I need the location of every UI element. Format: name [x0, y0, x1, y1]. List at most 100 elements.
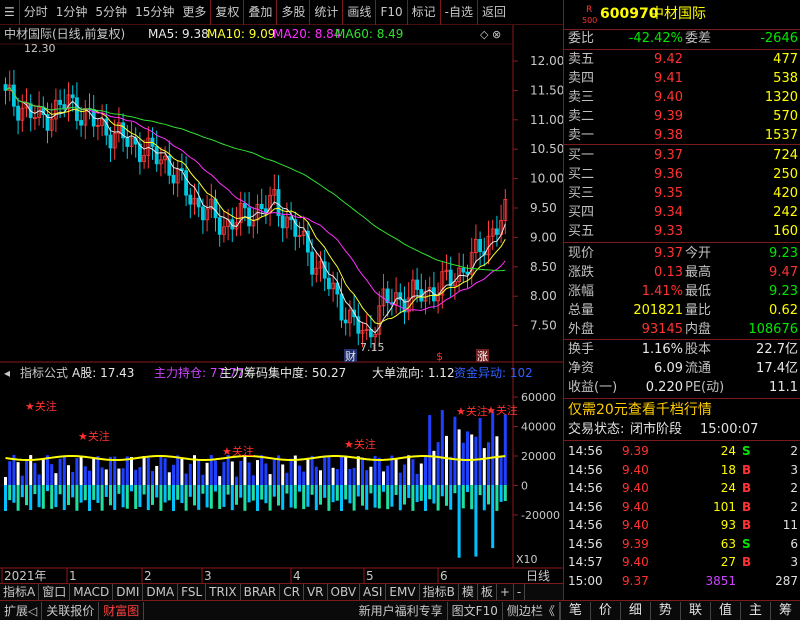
indicator-bar: [197, 485, 201, 510]
kline-chart[interactable]: 12.00 11.50 11.00 10.50 10.00 9.50 9.00 8.50 8.0…: [0, 25, 563, 585]
fsl-tab[interactable]: FSL: [178, 584, 207, 600]
tab-linked[interactable]: 联: [679, 601, 710, 620]
indicator-bar: [466, 485, 469, 492]
grid-menu-icon[interactable]: ☰: [0, 5, 19, 19]
bid-row[interactable]: 买三 9.35 420: [564, 185, 800, 203]
ask-row[interactable]: 卖一 9.38 1537: [564, 127, 800, 145]
dividend-event-marker[interactable]: $: [436, 350, 443, 363]
bid-row[interactable]: 买二 9.36 250: [564, 166, 800, 184]
overlay-button[interactable]: 叠加: [244, 0, 276, 25]
stat-value: 93145: [641, 322, 683, 337]
tab-chips[interactable]: 筹: [769, 601, 800, 620]
emv-tab[interactable]: EMV: [386, 584, 420, 600]
finance-event-marker[interactable]: 财: [345, 349, 356, 363]
related-quote-tab[interactable]: 关联报价: [42, 601, 100, 620]
indicator-bar: [159, 455, 163, 485]
board-tab[interactable]: 板: [478, 584, 497, 600]
fund-value: 6.09: [654, 361, 683, 376]
indicator-bar: [445, 435, 448, 485]
tick-count: 3: [790, 462, 798, 477]
f10-graphic-tab[interactable]: 图文F10: [448, 601, 503, 620]
indicator-a-tab[interactable]: 指标A: [0, 584, 40, 600]
obv-tab[interactable]: OBV: [328, 584, 361, 600]
new-user-promo-link[interactable]: 新用户福利专享: [355, 601, 448, 620]
draw-line-button[interactable]: 画线: [343, 0, 375, 25]
tab-5min[interactable]: 5分钟: [91, 0, 131, 25]
tab-detail[interactable]: 细: [619, 601, 650, 620]
multi-stock-button[interactable]: 多股: [277, 0, 309, 25]
candle-body: [326, 277, 331, 290]
indicator-bar: [54, 485, 58, 508]
indicator-bar: [319, 485, 322, 505]
tick-time: 14:56: [568, 518, 603, 532]
ask-row[interactable]: 卖二 9.39 570: [564, 108, 800, 126]
macd-tab[interactable]: MACD: [70, 584, 114, 600]
asi-tab[interactable]: ASI: [360, 584, 387, 600]
chart-settings-icon[interactable]: ◇ ⊗: [480, 28, 501, 41]
tick-time: 14:56: [568, 481, 603, 495]
tab-15min[interactable]: 15分钟: [131, 0, 178, 25]
tab-1min[interactable]: 1分钟: [52, 0, 92, 25]
limit-up-marker[interactable]: 涨: [477, 350, 488, 363]
zoom-out-button[interactable]: -: [514, 584, 526, 600]
trix-tab[interactable]: TRIX: [206, 584, 241, 600]
ask-label: 卖四: [568, 71, 595, 86]
tab-value[interactable]: 值: [709, 601, 740, 620]
tab-trend[interactable]: 势: [649, 601, 680, 620]
indicator-title[interactable]: 指标公式: [20, 365, 68, 380]
indicator-bar: [247, 462, 251, 485]
badge-500: 500: [582, 16, 598, 25]
indicator-bar: [75, 485, 79, 511]
indicator-bar: [281, 485, 285, 510]
indicator-bar: [214, 485, 217, 492]
expand-button[interactable]: 扩展◁: [0, 601, 43, 620]
price-tick: 9.00: [530, 230, 557, 244]
zoom-in-button[interactable]: +: [497, 584, 514, 600]
brar-tab[interactable]: BRAR: [241, 584, 281, 600]
indicator-bar: [453, 485, 457, 494]
ask-row[interactable]: 卖五 9.42 477: [564, 51, 800, 69]
tab-price[interactable]: 价: [589, 601, 620, 620]
tab-trades[interactable]: 笔: [559, 601, 590, 620]
remove-watchlist-button[interactable]: -自选: [441, 0, 477, 25]
tick-row: 14:57 9.40 27 B 3: [564, 553, 800, 571]
dmi-tab[interactable]: DMI: [113, 584, 144, 600]
tab-timeshare[interactable]: 分时: [20, 0, 52, 25]
dma-tab[interactable]: DMA: [143, 584, 179, 600]
indicator-bar: [398, 485, 402, 511]
indicator-bar: [134, 469, 138, 485]
indicator-bar: [487, 485, 490, 505]
indicator-bar: [440, 410, 444, 485]
watch-star-label: ★关注: [486, 403, 518, 417]
tick-count: 2: [790, 481, 798, 495]
bid-row[interactable]: 买五 9.33 160: [564, 223, 800, 241]
indicator-b-tab[interactable]: 指标B: [420, 584, 459, 600]
sidebar-toggle[interactable]: 侧边栏《: [503, 601, 560, 620]
tick-price: 9.40: [622, 462, 649, 477]
window-tab[interactable]: 窗口: [39, 584, 71, 600]
tick-price: 9.40: [622, 555, 649, 569]
indicator-bar: [138, 485, 142, 508]
indicator-bar: [163, 458, 167, 485]
bid-row[interactable]: 买一 9.37 724: [564, 147, 800, 165]
level2-promo[interactable]: 仅需20元查看千档行情: [568, 401, 712, 419]
cr-tab[interactable]: CR: [280, 584, 304, 600]
ask-row[interactable]: 卖三 9.40 1320: [564, 89, 800, 107]
ask-row[interactable]: 卖四 9.41 538: [564, 70, 800, 88]
stat-label: 总量: [568, 303, 595, 318]
mark-button[interactable]: 标记: [408, 0, 440, 25]
template-tab[interactable]: 模: [459, 584, 478, 600]
wealth-chart-tab[interactable]: 财富图: [99, 601, 145, 620]
bid-row[interactable]: 买四 9.34 242: [564, 204, 800, 222]
indicator-dropdown-icon[interactable]: ◂: [4, 366, 10, 380]
back-button[interactable]: 返回: [478, 0, 510, 25]
indicator-bar: [394, 485, 398, 495]
fundamental-row: 换手 1.16% 股本 22.7亿: [564, 341, 800, 359]
statistics-button[interactable]: 统计: [310, 0, 342, 25]
tab-main[interactable]: 主: [739, 601, 770, 620]
f10-button[interactable]: F10: [376, 0, 406, 25]
vr-tab[interactable]: VR: [304, 584, 328, 600]
tab-more[interactable]: 更多: [178, 0, 210, 25]
restore-rights-button[interactable]: 复权: [211, 0, 243, 25]
indicator-bar: [331, 485, 335, 503]
